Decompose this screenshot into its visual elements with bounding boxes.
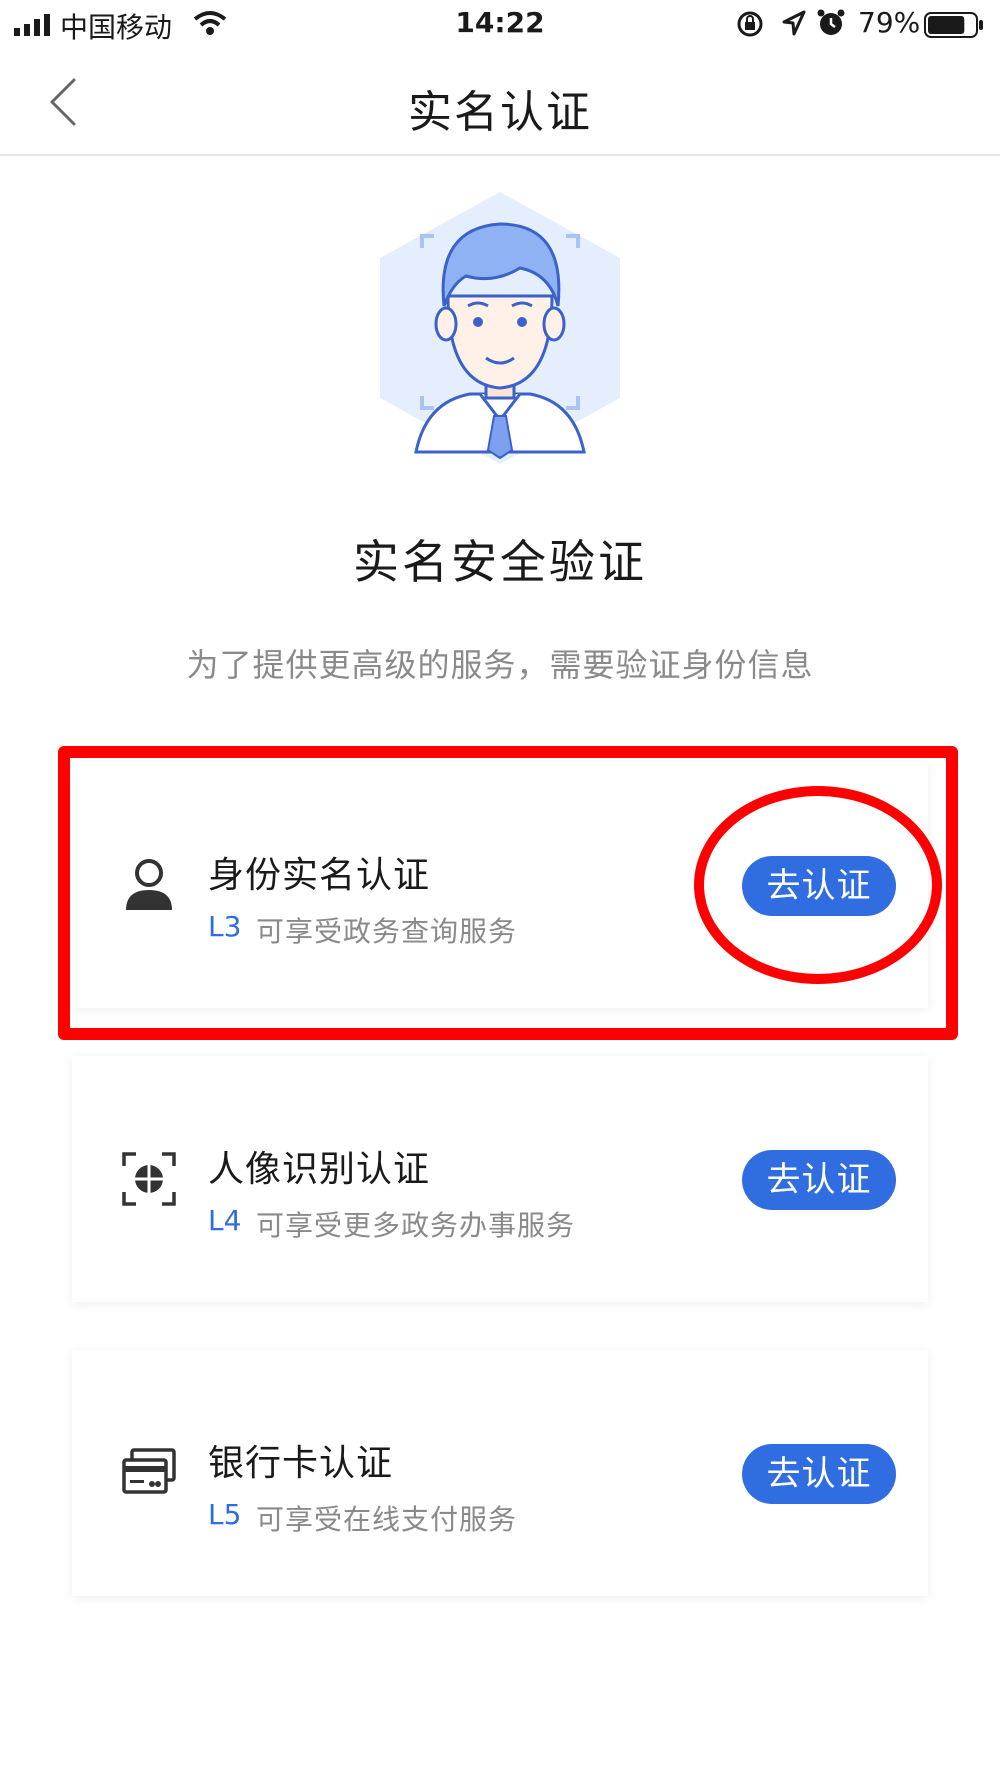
go-verify-button[interactable]: 去认证 xyxy=(742,1444,896,1504)
rotation-lock-icon xyxy=(737,11,763,37)
highlight-circle-annotation xyxy=(694,786,942,984)
verify-card-face: 人像识别认证 L4 可享受更多政务办事服务 去认证 xyxy=(72,1056,928,1302)
card-title: 人像识别认证 xyxy=(208,1149,431,1190)
page-title: 实名认证 xyxy=(408,87,592,138)
card-title: 银行卡认证 xyxy=(208,1443,394,1484)
go-verify-button[interactable]: 去认证 xyxy=(742,1150,896,1210)
bank-card-icon xyxy=(122,1448,176,1494)
location-icon xyxy=(782,10,806,36)
avatar-illustration xyxy=(380,192,620,464)
clock-time: 14:22 xyxy=(455,6,545,39)
card-description: 可享受在线支付服务 xyxy=(256,1503,518,1536)
battery-icon xyxy=(924,12,983,38)
section-title: 实名安全验证 xyxy=(353,535,647,589)
card-level: L4 xyxy=(208,1204,242,1237)
section-subtitle: 为了提供更高级的服务，需要验证身份信息 xyxy=(186,646,814,684)
face-scan-icon xyxy=(122,1152,176,1206)
alarm-icon xyxy=(817,9,845,35)
card-description: 可享受更多政务办事服务 xyxy=(256,1209,576,1242)
nav-bar: 实名认证 xyxy=(0,50,1000,156)
card-level: L5 xyxy=(208,1498,242,1531)
status-bar: 中国移动 14:22 79% xyxy=(0,0,1000,50)
battery-percent: 79% xyxy=(858,6,921,39)
verify-card-bank: 银行卡认证 L5 可享受在线支付服务 去认证 xyxy=(72,1350,928,1596)
